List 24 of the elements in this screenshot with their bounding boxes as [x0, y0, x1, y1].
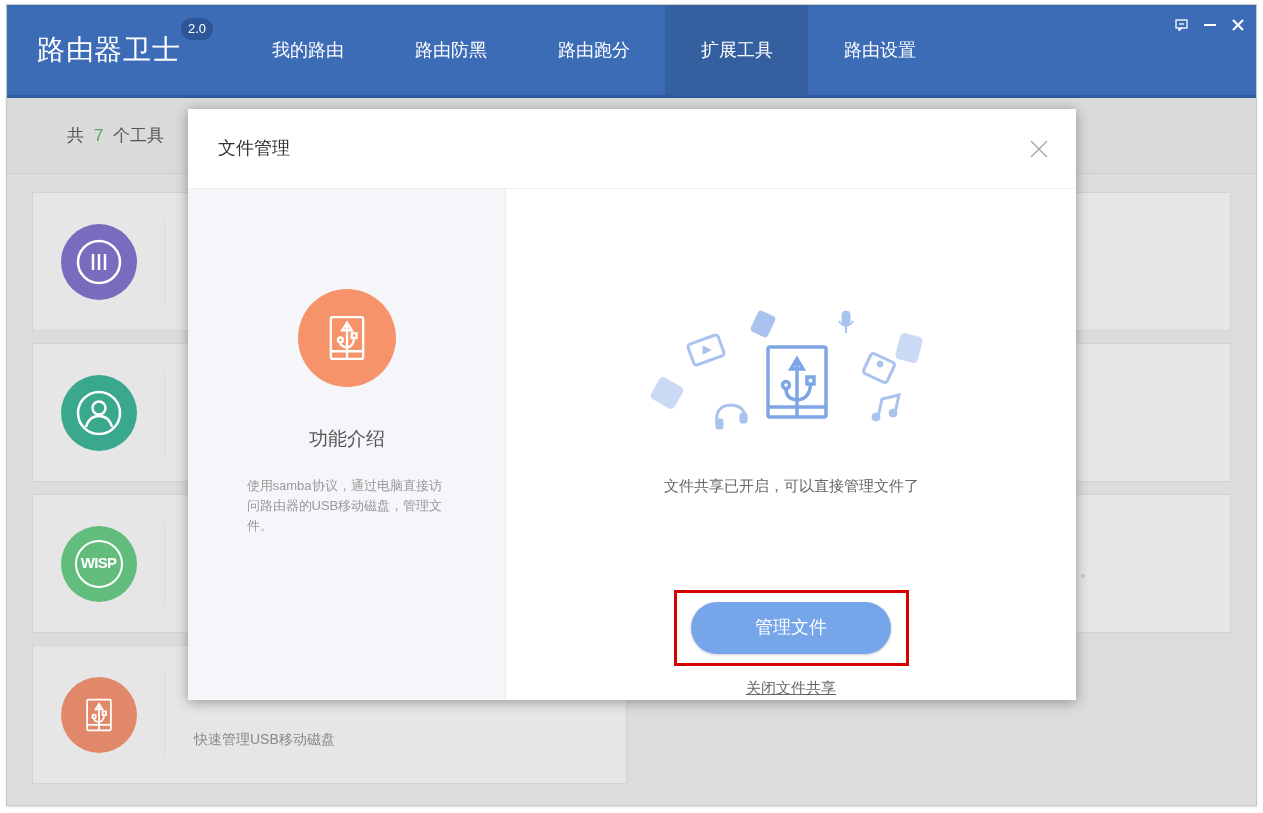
feedback-icon[interactable]: [1175, 19, 1188, 31]
tool-description: 。: [1080, 562, 1094, 581]
minimize-icon[interactable]: [1204, 23, 1216, 27]
tool-description: 快速管理USB移动磁盘: [194, 730, 335, 749]
sharing-status: 文件共享已开启，可以直接管理文件了: [663, 476, 919, 496]
wisp-icon: WISP: [74, 539, 123, 588]
intro-heading: 功能介绍: [308, 427, 385, 451]
nav-tab[interactable]: 路由防黑: [379, 5, 522, 95]
nav-tab[interactable]: 我的路由: [236, 5, 379, 95]
disable-sharing-link[interactable]: 关闭文件共享: [746, 676, 836, 699]
tool-count: 7: [94, 124, 104, 147]
version-badge: 2.0: [181, 18, 214, 40]
bars-icon: [74, 237, 123, 286]
person-icon: [74, 388, 123, 437]
usb-drive-icon: [327, 314, 366, 362]
nav-tab[interactable]: 路由设置: [808, 5, 951, 95]
tool-count-label: 个工具: [113, 124, 165, 147]
tool-count-label: 共: [67, 124, 84, 147]
intro-text: 使用samba协议，通过电脑直接访问路由器的USB移动磁盘，管理文件。: [246, 476, 444, 535]
nav-tab[interactable]: 扩展工具: [665, 5, 808, 95]
nav-tab[interactable]: 路由跑分: [522, 5, 665, 95]
app-title: 路由器卫士: [37, 33, 181, 67]
dialog-title: 文件管理: [218, 137, 290, 160]
usb-drive-icon: [84, 696, 113, 733]
